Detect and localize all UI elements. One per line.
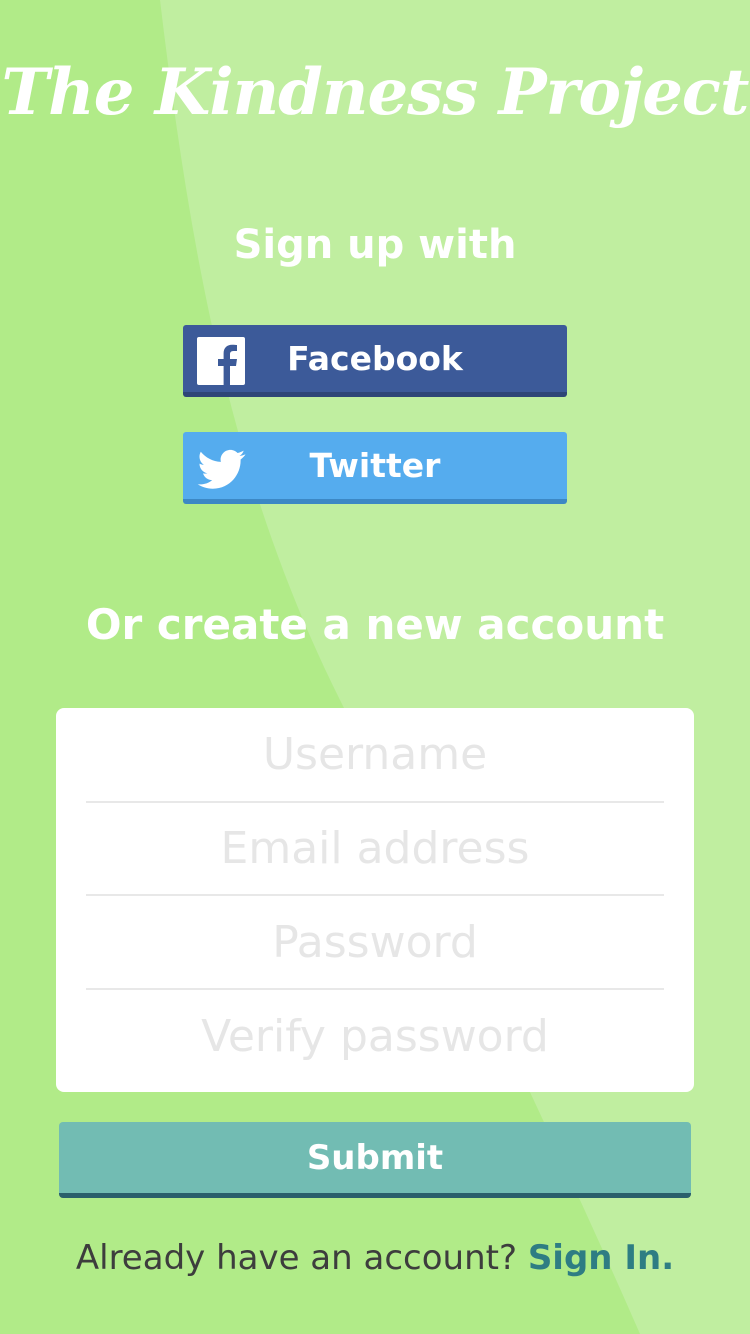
signup-heading: Sign up with [233,222,517,268]
signup-form [56,708,694,1092]
password-field[interactable] [86,896,664,989]
verify-password-field[interactable] [86,990,664,1083]
signup-screen: The Kindness Project Sign up with Facebo… [0,0,750,1334]
signin-prompt-text: Already have an account? [75,1238,517,1278]
app-title: The Kindness Project [1,55,750,130]
email-field[interactable] [86,802,664,895]
signin-prompt: Already have an account? Sign In. [0,1238,750,1278]
create-account-heading: Or create a new account [85,600,665,649]
username-field[interactable] [86,708,664,801]
twitter-button[interactable]: Twitter [183,432,567,504]
facebook-button[interactable]: Facebook [183,325,567,397]
twitter-icon [197,449,246,489]
submit-button[interactable]: Submit [59,1122,691,1198]
signin-link[interactable]: Sign In. [528,1238,674,1278]
facebook-icon [197,337,245,385]
